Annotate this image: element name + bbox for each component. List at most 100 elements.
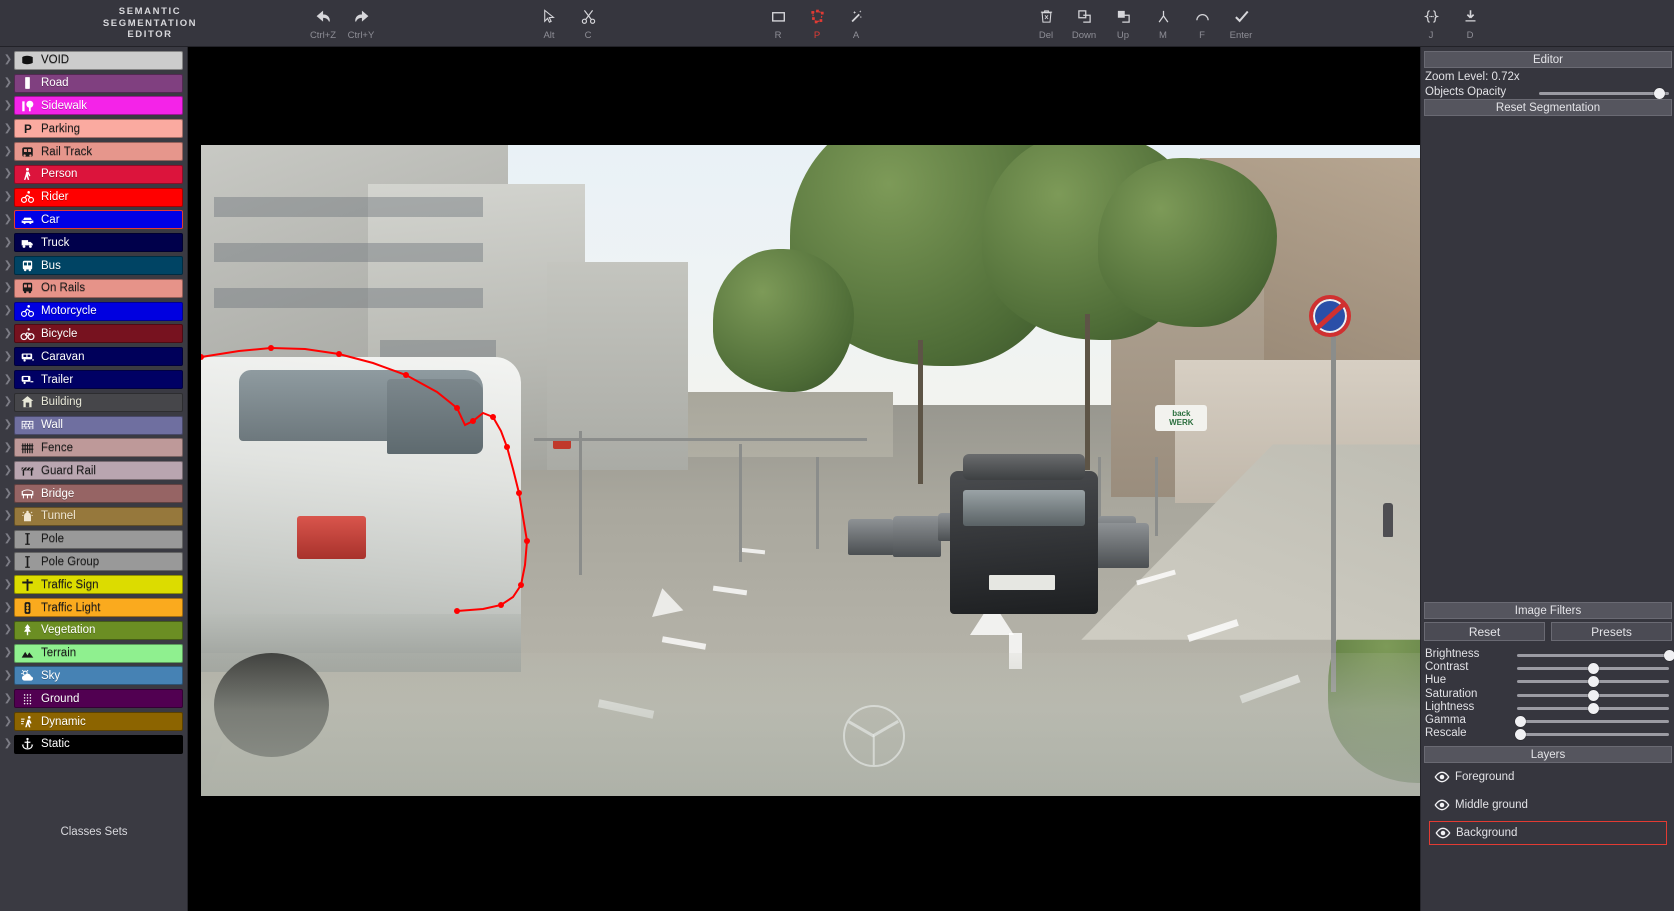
class-row[interactable]: ❯ Bicycle — [0, 323, 188, 346]
tool-delete[interactable]: Del — [1026, 3, 1066, 45]
tool-polygon[interactable]: P — [797, 3, 837, 45]
class-row[interactable]: ❯ Sky — [0, 665, 188, 688]
chevron-right-icon[interactable]: ❯ — [2, 648, 14, 658]
chevron-right-icon[interactable]: ❯ — [2, 465, 14, 476]
class-chip-trailer[interactable]: Trailer — [14, 370, 183, 390]
layer-item-foreground[interactable]: Foreground — [1429, 765, 1667, 789]
class-chip-road[interactable]: Road — [14, 73, 183, 93]
objects-opacity-knob[interactable] — [1654, 88, 1666, 99]
reset-segmentation-button[interactable]: Reset Segmentation — [1424, 99, 1672, 116]
class-chip-car[interactable]: Car — [14, 210, 183, 230]
tool-send-down[interactable]: Down — [1064, 3, 1104, 45]
chevron-right-icon[interactable]: ❯ — [2, 420, 14, 430]
class-row[interactable]: ❯ Dynamic — [0, 710, 188, 733]
filter-slider-rescale[interactable] — [1517, 733, 1669, 737]
chevron-right-icon[interactable]: ❯ — [2, 260, 14, 271]
class-row[interactable]: ❯ Bridge — [0, 482, 188, 505]
class-chip-sky[interactable]: Sky — [14, 666, 183, 686]
chevron-right-icon[interactable]: ❯ — [2, 123, 14, 134]
class-row[interactable]: ❯ Rail Track — [0, 140, 188, 163]
chevron-right-icon[interactable]: ❯ — [2, 192, 14, 202]
class-row[interactable]: ❯ Guard Rail — [0, 459, 188, 482]
class-row[interactable]: ❯ Vegetation — [0, 619, 188, 642]
class-chip-static[interactable]: Static — [14, 734, 183, 754]
filters-presets-button[interactable]: Presets — [1551, 622, 1672, 641]
class-chip-truck[interactable]: Truck — [14, 233, 183, 253]
filter-knob-contrast[interactable] — [1587, 663, 1599, 675]
filter-knob-gamma[interactable] — [1514, 716, 1526, 727]
chevron-right-icon[interactable]: ❯ — [2, 534, 14, 544]
chevron-right-icon[interactable]: ❯ — [2, 169, 14, 179]
class-chip-traffic-sign[interactable]: Traffic Sign — [14, 575, 183, 595]
class-row[interactable]: ❯ Pole — [0, 528, 188, 551]
chevron-right-icon[interactable]: ❯ — [2, 78, 14, 88]
chevron-right-icon[interactable]: ❯ — [2, 351, 14, 362]
class-chip-on-rails[interactable]: On Rails — [14, 278, 183, 298]
class-chip-person[interactable]: Person — [14, 164, 183, 184]
class-row[interactable]: ❯ On Rails — [0, 277, 188, 300]
layer-item-background[interactable]: Background — [1429, 821, 1667, 845]
class-row[interactable]: ❯ Tunnel — [0, 505, 188, 528]
chevron-right-icon[interactable]: ❯ — [2, 100, 14, 111]
class-row[interactable]: ❯ Motorcycle — [0, 300, 188, 323]
chevron-right-icon[interactable]: ❯ — [2, 283, 14, 293]
chevron-right-icon[interactable]: ❯ — [2, 488, 14, 499]
class-chip-motorcycle[interactable]: Motorcycle — [14, 301, 183, 321]
class-row[interactable]: ❯ Truck — [0, 231, 188, 254]
class-chip-bicycle[interactable]: Bicycle — [14, 324, 183, 344]
class-row[interactable]: ❯ Terrain — [0, 642, 188, 665]
chevron-right-icon[interactable]: ❯ — [2, 602, 14, 613]
class-row[interactable]: ❯ Fence — [0, 437, 188, 460]
layer-item-middle-ground[interactable]: Middle ground — [1429, 793, 1667, 817]
class-chip-parking[interactable]: P Parking — [14, 119, 183, 139]
tool-json-export[interactable]: J — [1411, 3, 1451, 45]
filter-slider-gamma[interactable] — [1517, 720, 1669, 723]
class-chip-fence[interactable]: Fence — [14, 438, 183, 458]
class-row[interactable]: ❯ Road — [0, 72, 188, 95]
tool-undo[interactable]: Ctrl+Z — [303, 3, 343, 45]
class-row[interactable]: ❯ P Parking — [0, 117, 188, 140]
tool-bbox[interactable]: R — [758, 3, 798, 45]
class-chip-terrain[interactable]: Terrain — [14, 643, 183, 663]
filter-knob-hue[interactable] — [1587, 676, 1599, 688]
chevron-right-icon[interactable]: ❯ — [2, 670, 14, 681]
class-row[interactable]: ❯ Ground — [0, 687, 188, 710]
chevron-right-icon[interactable]: ❯ — [2, 237, 14, 248]
street-scene-image[interactable]: back WERK — [201, 145, 1420, 796]
filter-knob-rescale[interactable] — [1514, 729, 1526, 741]
chevron-right-icon[interactable]: ❯ — [2, 328, 14, 339]
class-chip-dynamic[interactable]: Dynamic — [14, 712, 183, 731]
class-row[interactable]: ❯ Traffic Light — [0, 596, 188, 619]
class-row[interactable]: ❯ Wall — [0, 414, 188, 437]
class-row[interactable]: ❯ Bus — [0, 254, 188, 277]
eye-icon[interactable] — [1429, 769, 1455, 785]
class-chip-rail-track[interactable]: Rail Track — [14, 142, 183, 162]
filter-knob-brightness[interactable] — [1663, 650, 1674, 661]
class-chip-pole-group[interactable]: Pole Group — [14, 552, 183, 572]
class-row[interactable]: ❯ Person — [0, 163, 188, 186]
chevron-right-icon[interactable]: ❯ — [2, 716, 14, 727]
class-chip-tunnel[interactable]: Tunnel — [14, 506, 183, 526]
objects-opacity-slider[interactable] — [1539, 92, 1669, 95]
class-chip-vegetation[interactable]: Vegetation — [14, 620, 183, 640]
class-row[interactable]: ❯ Car — [0, 209, 188, 232]
filters-reset-button[interactable]: Reset — [1424, 622, 1545, 641]
filter-knob-saturation[interactable] — [1587, 689, 1599, 701]
classes-sets-button[interactable]: Classes Sets — [0, 819, 188, 845]
tool-merge[interactable]: M — [1143, 3, 1183, 45]
class-chip-pole[interactable]: Pole — [14, 529, 183, 549]
class-row[interactable]: ❯ VOID — [0, 49, 188, 72]
chevron-right-icon[interactable]: ❯ — [2, 739, 14, 749]
class-chip-traffic-light[interactable]: Traffic Light — [14, 598, 183, 618]
chevron-right-icon[interactable]: ❯ — [2, 306, 14, 316]
tool-bring-up[interactable]: Up — [1103, 3, 1143, 45]
chevron-right-icon[interactable]: ❯ — [2, 214, 14, 225]
tool-fill[interactable]: F — [1182, 3, 1222, 45]
class-chip-wall[interactable]: Wall — [14, 415, 183, 435]
filter-knob-lightness[interactable] — [1587, 702, 1599, 714]
class-row[interactable]: ❯ Trailer — [0, 368, 188, 391]
chevron-right-icon[interactable]: ❯ — [2, 374, 14, 385]
tool-confirm[interactable]: Enter — [1221, 3, 1261, 45]
eye-icon[interactable] — [1429, 797, 1455, 813]
class-chip-bridge[interactable]: Bridge — [14, 484, 183, 504]
